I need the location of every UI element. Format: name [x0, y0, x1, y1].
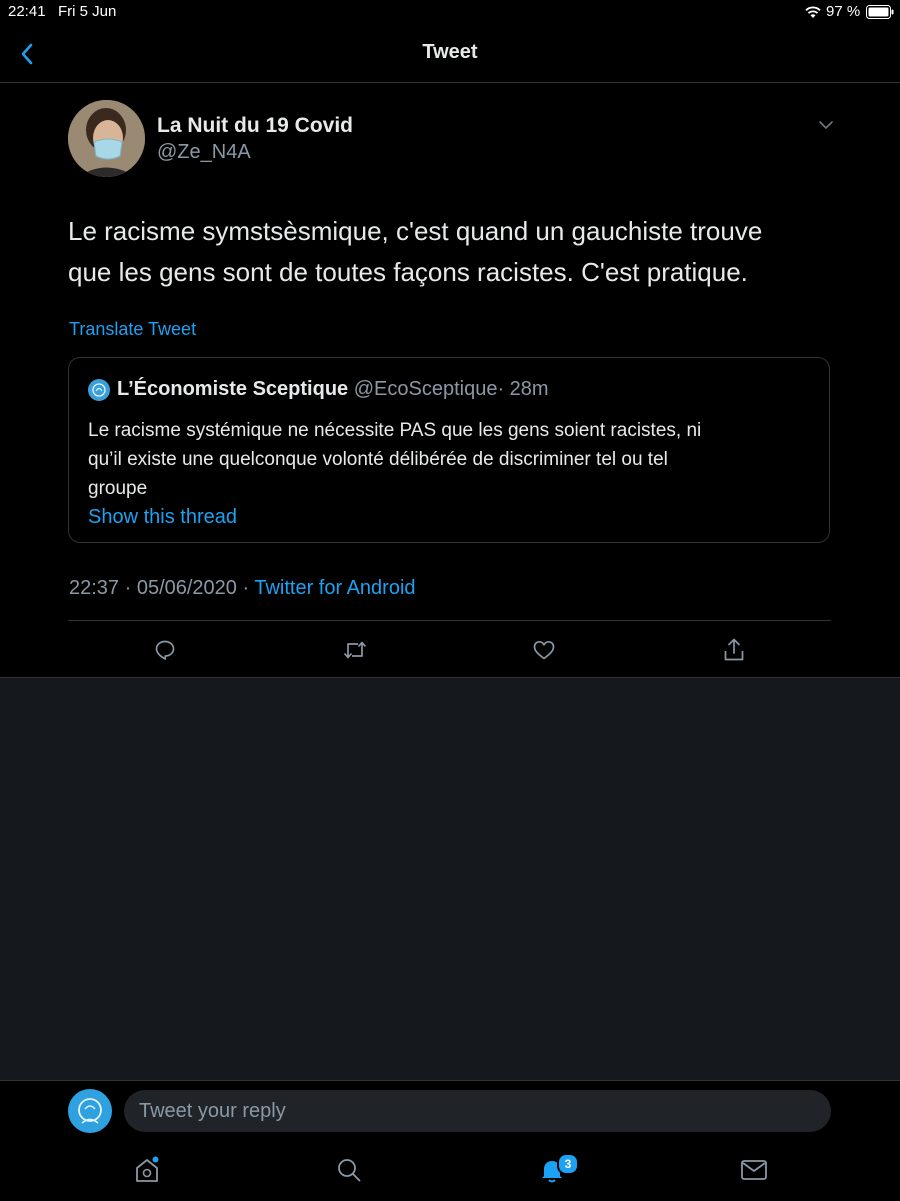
tweet-meta: 22:37 · 05/06/2020 · Twitter for Android — [69, 577, 416, 600]
messages-icon[interactable] — [740, 1158, 768, 1182]
like-icon[interactable] — [532, 638, 556, 662]
notification-badge: 3 — [557, 1153, 579, 1175]
share-icon[interactable] — [722, 637, 746, 663]
avatar-image — [68, 100, 145, 177]
home-icon[interactable] — [133, 1156, 161, 1184]
tweet-text-line: Le racisme symstsèsmique, c'est quand un… — [68, 216, 763, 246]
status-time: 22:41 — [8, 3, 46, 20]
quoted-author-name: L’Économiste Sceptique — [117, 378, 349, 400]
status-date: Fri 5 Jun — [58, 3, 117, 20]
tweet-text-line: que les gens sont de toutes façons racis… — [68, 257, 748, 287]
tweet-source-link[interactable]: Twitter for Android — [254, 577, 415, 599]
page-title: Tweet — [422, 41, 478, 63]
quoted-author-handle: @EcoSceptique — [353, 378, 498, 400]
reply-icon[interactable] — [153, 638, 177, 662]
battery-percent: 97 % — [826, 3, 861, 20]
status-bar: 22:41 Fri 5 Jun 97 % — [0, 0, 900, 26]
nav-bar: Tweet — [0, 26, 900, 83]
translate-tweet-link[interactable]: Translate Tweet — [69, 319, 196, 340]
chevron-down-icon[interactable] — [817, 118, 835, 132]
quoted-header: L’Économiste Sceptique @EcoSceptique· 28… — [117, 378, 549, 401]
quoted-avatar — [88, 379, 110, 401]
quoted-tweet-age: · 28m — [497, 378, 549, 400]
my-avatar[interactable] — [68, 1089, 112, 1133]
quoted-text-line: qu’il existe une quelconque volonté déli… — [88, 449, 668, 470]
tweet-text: Le racisme symstsèsmique, c'est quand un… — [68, 211, 762, 293]
wifi-icon — [805, 6, 821, 18]
reply-input[interactable]: Tweet your reply — [124, 1090, 831, 1132]
author-avatar[interactable] — [68, 100, 145, 177]
battery-icon — [866, 5, 894, 19]
author-name[interactable]: La Nuit du 19 Covid — [157, 114, 353, 138]
retweet-icon[interactable] — [342, 638, 368, 662]
tweet-timestamp: 22:37 · 05/06/2020 · — [69, 577, 255, 599]
search-icon[interactable] — [336, 1157, 362, 1183]
author-handle[interactable]: @Ze_N4A — [157, 141, 251, 164]
quoted-text-line: Le racisme systémique ne nécessite PAS q… — [88, 420, 702, 441]
show-thread-link[interactable]: Show this thread — [88, 506, 237, 529]
divider — [68, 620, 831, 621]
quoted-text-line: groupe — [88, 478, 148, 499]
quoted-tweet-text: Le racisme systémique ne nécessite PAS q… — [88, 416, 701, 503]
